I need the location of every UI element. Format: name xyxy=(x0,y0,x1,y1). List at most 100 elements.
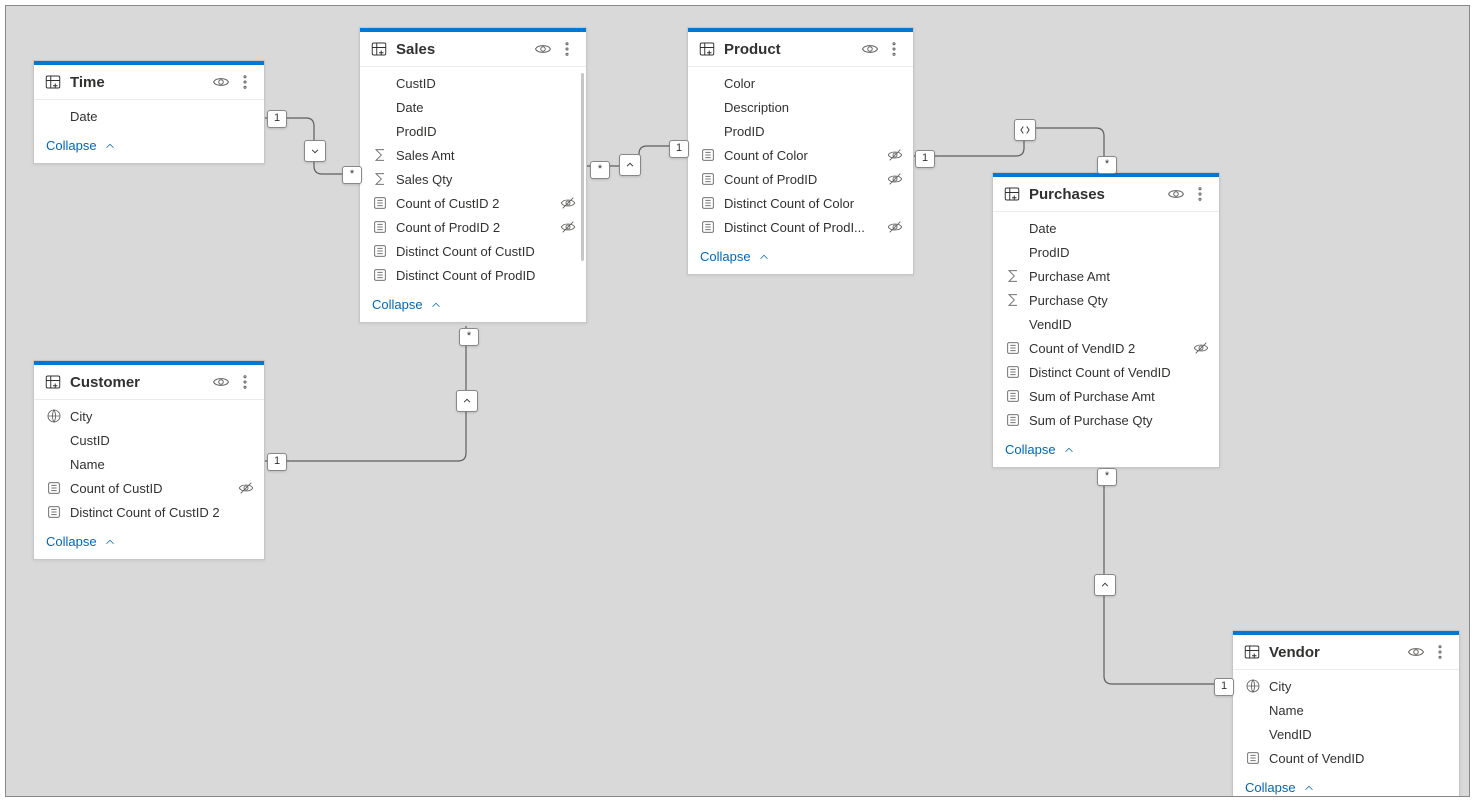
field-row[interactable]: CustID xyxy=(34,428,264,452)
field-row[interactable]: Count of Color xyxy=(688,143,913,167)
table-header[interactable]: Sales xyxy=(360,32,586,67)
filter-direction-icon[interactable] xyxy=(619,154,641,176)
cardinality-badge[interactable]: 1 xyxy=(915,150,935,168)
field-row[interactable]: Distinct Count of VendID xyxy=(993,360,1219,384)
field-row[interactable]: Count of ProdID xyxy=(688,167,913,191)
more-options-icon[interactable] xyxy=(558,40,576,58)
field-row[interactable]: Description xyxy=(688,95,913,119)
table-card-sales[interactable]: Sales CustIDDateProdIDSales AmtSales Qty… xyxy=(359,27,587,323)
collapse-button[interactable]: Collapse xyxy=(360,291,586,322)
field-row[interactable]: Sales Qty xyxy=(360,167,586,191)
table-icon xyxy=(44,73,62,91)
field-row[interactable]: CustID xyxy=(360,71,586,95)
field-row[interactable]: Purchase Amt xyxy=(993,264,1219,288)
cardinality-badge[interactable]: 1 xyxy=(669,140,689,158)
table-icon xyxy=(370,40,388,58)
table-title: Vendor xyxy=(1269,644,1401,661)
visibility-icon[interactable] xyxy=(1167,185,1185,203)
field-row[interactable]: Count of VendID 2 xyxy=(993,336,1219,360)
table-card-time[interactable]: Time Date Collapse xyxy=(33,60,265,164)
field-row[interactable]: Count of CustID xyxy=(34,476,264,500)
field-label: CustID xyxy=(70,433,254,448)
table-header[interactable]: Vendor xyxy=(1233,635,1459,670)
visibility-icon[interactable] xyxy=(861,40,879,58)
field-row[interactable]: Purchase Qty xyxy=(993,288,1219,312)
table-header[interactable]: Time xyxy=(34,65,264,100)
fields-list: CityNameVendIDCount of VendID xyxy=(1233,670,1459,774)
field-row[interactable]: Count of CustID 2 xyxy=(360,191,586,215)
hidden-eye-icon[interactable] xyxy=(887,171,903,187)
filter-direction-icon[interactable] xyxy=(304,140,326,162)
cardinality-badge[interactable]: * xyxy=(342,166,362,184)
table-title: Product xyxy=(724,41,855,58)
collapse-button[interactable]: Collapse xyxy=(34,528,264,559)
field-row[interactable]: ProdID xyxy=(360,119,586,143)
sigma-icon xyxy=(1005,268,1021,284)
table-header[interactable]: Purchases xyxy=(993,177,1219,212)
table-card-purchases[interactable]: Purchases Date ProdID Purchase AmtPurchase… xyxy=(992,172,1220,468)
measure-icon xyxy=(1005,388,1021,404)
collapse-button[interactable]: Collapse xyxy=(1233,774,1459,796)
table-card-vendor[interactable]: Vendor CityNameVendIDCount of VendID Col… xyxy=(1232,630,1460,796)
hidden-eye-icon[interactable] xyxy=(238,480,254,496)
field-row[interactable]: Sum of Purchase Amt xyxy=(993,384,1219,408)
field-row[interactable]: Count of VendID xyxy=(1233,746,1459,770)
visibility-icon[interactable] xyxy=(212,73,230,91)
field-row[interactable]: Date xyxy=(993,216,1219,240)
field-row[interactable]: Date xyxy=(360,95,586,119)
field-row[interactable]: Distinct Count of CustID xyxy=(360,239,586,263)
table-header[interactable]: Product xyxy=(688,32,913,67)
filter-direction-icon[interactable] xyxy=(1094,574,1116,596)
hidden-eye-icon[interactable] xyxy=(560,219,576,235)
field-row[interactable]: Sum of Purchase Qty xyxy=(993,408,1219,432)
field-row[interactable]: Distinct Count of Color xyxy=(688,191,913,215)
filter-direction-icon[interactable] xyxy=(1014,119,1036,141)
field-row[interactable]: ProdID xyxy=(688,119,913,143)
hidden-eye-icon[interactable] xyxy=(887,147,903,163)
field-row[interactable]: VendID xyxy=(993,312,1219,336)
field-label: Date xyxy=(1029,221,1209,236)
field-row[interactable]: Color xyxy=(688,71,913,95)
visibility-icon[interactable] xyxy=(1407,643,1425,661)
field-row[interactable]: City xyxy=(1233,674,1459,698)
more-options-icon[interactable] xyxy=(1191,185,1209,203)
field-row[interactable]: VendID xyxy=(1233,722,1459,746)
hidden-eye-icon[interactable] xyxy=(560,195,576,211)
more-options-icon[interactable] xyxy=(236,373,254,391)
visibility-icon[interactable] xyxy=(534,40,552,58)
field-row[interactable]: Count of ProdID 2 xyxy=(360,215,586,239)
field-row[interactable]: Sales Amt xyxy=(360,143,586,167)
table-card-product[interactable]: Product Color DescriptionProdIDCount of C… xyxy=(687,27,914,275)
cardinality-badge[interactable]: * xyxy=(459,328,479,346)
more-options-icon[interactable] xyxy=(885,40,903,58)
field-row[interactable]: Distinct Count of ProdI... xyxy=(688,215,913,239)
cardinality-badge[interactable]: * xyxy=(590,161,610,179)
filter-direction-icon[interactable] xyxy=(456,390,478,412)
cardinality-badge[interactable]: 1 xyxy=(267,453,287,471)
cardinality-badge[interactable]: * xyxy=(1097,468,1117,486)
fields-list: Color DescriptionProdIDCount of ColorCoun… xyxy=(688,67,913,243)
field-row[interactable]: Name xyxy=(34,452,264,476)
table-header[interactable]: Customer xyxy=(34,365,264,400)
more-options-icon[interactable] xyxy=(1431,643,1449,661)
cardinality-badge[interactable]: 1 xyxy=(267,110,287,128)
field-row[interactable]: Distinct Count of CustID 2 xyxy=(34,500,264,524)
visibility-icon[interactable] xyxy=(212,373,230,391)
field-row[interactable]: ProdID xyxy=(993,240,1219,264)
cardinality-badge[interactable]: * xyxy=(1097,156,1117,174)
hidden-eye-icon[interactable] xyxy=(887,219,903,235)
field-label: Color xyxy=(724,76,903,91)
hidden-eye-icon[interactable] xyxy=(1193,340,1209,356)
model-diagram-canvas[interactable]: Time Date Collapse Sales xyxy=(6,6,1469,796)
cardinality-badge[interactable]: 1 xyxy=(1214,678,1234,696)
field-row[interactable]: Name xyxy=(1233,698,1459,722)
field-row[interactable]: City xyxy=(34,404,264,428)
collapse-button[interactable]: Collapse xyxy=(688,243,913,274)
table-card-customer[interactable]: Customer City CustID NameCount of CustIDDi… xyxy=(33,360,265,560)
field-label: ProdID xyxy=(1029,245,1209,260)
field-row[interactable]: Distinct Count of ProdID xyxy=(360,263,586,287)
collapse-button[interactable]: Collapse xyxy=(34,132,264,163)
field-row[interactable]: Date xyxy=(34,104,264,128)
collapse-button[interactable]: Collapse xyxy=(993,436,1219,467)
more-options-icon[interactable] xyxy=(236,73,254,91)
